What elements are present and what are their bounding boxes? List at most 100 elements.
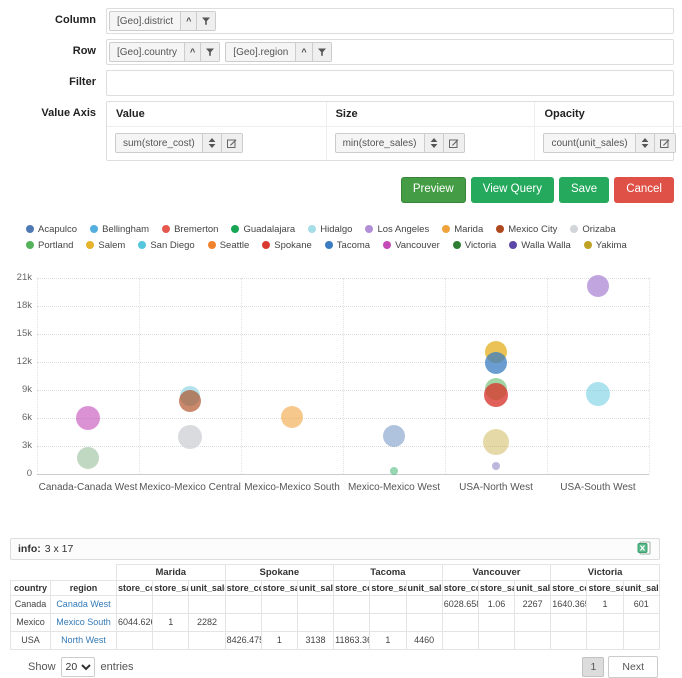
pivot-tag-geo-region[interactable]: [Geo].region ^ bbox=[225, 42, 331, 62]
bubble-mexico-city[interactable] bbox=[179, 390, 201, 412]
value-cell: 2267 bbox=[515, 595, 551, 613]
sort-caret-button[interactable]: ^ bbox=[180, 12, 196, 30]
legend-item-yakima[interactable]: Yakima bbox=[584, 240, 627, 251]
bubble-orizaba[interactable] bbox=[178, 425, 202, 449]
view-query-button[interactable]: View Query bbox=[471, 177, 554, 203]
bubble-vancouver[interactable] bbox=[76, 406, 100, 430]
x-axis-label: Mexico-Mexico West bbox=[348, 482, 440, 493]
city-group-header: Vancouver bbox=[442, 564, 551, 580]
legend-item-tacoma[interactable]: Tacoma bbox=[325, 240, 370, 251]
filter-funnel-button[interactable] bbox=[312, 43, 331, 61]
sort-updown-button[interactable] bbox=[202, 134, 221, 152]
next-page-button[interactable]: Next bbox=[608, 656, 658, 678]
legend-item-label: Salem bbox=[98, 240, 125, 251]
edit-measure-button[interactable] bbox=[654, 134, 675, 152]
pivot-tag-geo-district[interactable]: [Geo].district ^ bbox=[109, 11, 216, 31]
measure-tag-min-store-sales[interactable]: min(store_sales) bbox=[335, 133, 465, 153]
x-axis-label: Mexico-Mexico South bbox=[244, 482, 340, 493]
measure-header: unit_sales bbox=[297, 580, 333, 595]
column-row: Column [Geo].district ^ bbox=[0, 8, 674, 34]
legend-item-mexico-city[interactable]: Mexico City bbox=[496, 224, 557, 235]
legend-item-label: Bremerton bbox=[174, 224, 218, 235]
bubble-acapulco[interactable] bbox=[383, 425, 405, 447]
page-size-select[interactable]: 20 bbox=[61, 657, 95, 677]
value-header: Value bbox=[107, 102, 326, 127]
value-cell bbox=[189, 595, 225, 613]
value-cell: 1 bbox=[370, 631, 406, 649]
legend-item-hidalgo[interactable]: Hidalgo bbox=[308, 224, 352, 235]
bubble-tacoma[interactable] bbox=[485, 352, 507, 374]
edit-measure-button[interactable] bbox=[443, 134, 464, 152]
filter-funnel-button[interactable] bbox=[200, 43, 219, 61]
value-cell bbox=[406, 595, 442, 613]
value-cell bbox=[225, 595, 261, 613]
row-header-region: region bbox=[51, 580, 117, 595]
edit-measure-button[interactable] bbox=[221, 134, 242, 152]
pivot-tag-geo-country[interactable]: [Geo].country ^ bbox=[109, 42, 220, 62]
cancel-button[interactable]: Cancel bbox=[614, 177, 674, 203]
legend-item-guadalajara[interactable]: Guadalajara bbox=[231, 224, 295, 235]
city-group-header: Marida bbox=[117, 564, 226, 580]
bubble-los-angeles[interactable] bbox=[587, 275, 609, 297]
legend-item-salem[interactable]: Salem bbox=[86, 240, 125, 251]
region-link[interactable]: Canada West bbox=[56, 599, 110, 609]
filter-input[interactable] bbox=[106, 70, 674, 96]
measure-header: store_cost bbox=[117, 580, 153, 595]
sort-updown-icon bbox=[641, 138, 649, 148]
sort-caret-button[interactable]: ^ bbox=[295, 43, 311, 61]
save-button[interactable]: Save bbox=[559, 177, 609, 203]
value-axis-col-size: Size min(store_sales) bbox=[327, 102, 536, 160]
measure-tag-count-unit-sales[interactable]: count(unit_sales) bbox=[543, 133, 675, 153]
legend-item-san-diego[interactable]: San Diego bbox=[138, 240, 194, 251]
legend-item-victoria[interactable]: Victoria bbox=[453, 240, 497, 251]
legend-item-vancouver[interactable]: Vancouver bbox=[383, 240, 440, 251]
region-link[interactable]: North West bbox=[61, 635, 106, 645]
bubble-san-diego[interactable] bbox=[586, 382, 610, 406]
sort-caret-button[interactable]: ^ bbox=[184, 43, 200, 61]
value-cell: 11863.3647 bbox=[334, 631, 370, 649]
legend-item-bremerton[interactable]: Bremerton bbox=[162, 224, 218, 235]
bubble-yakima[interactable] bbox=[483, 429, 509, 455]
legend-item-walla-walla[interactable]: Walla Walla bbox=[509, 240, 570, 251]
legend-item-los-angeles[interactable]: Los Angeles bbox=[365, 224, 429, 235]
pagination: 1 Next bbox=[582, 656, 658, 678]
sort-updown-button[interactable] bbox=[635, 134, 654, 152]
measure-header: store_cost bbox=[225, 580, 261, 595]
legend-item-acapulco[interactable]: Acapulco bbox=[26, 224, 77, 235]
legend-item-portland[interactable]: Portland bbox=[26, 240, 73, 251]
legend-item-bellingham[interactable]: Bellingham bbox=[90, 224, 149, 235]
column-input[interactable]: [Geo].district ^ bbox=[106, 8, 674, 34]
value-cell: 1 bbox=[587, 595, 623, 613]
value-cell bbox=[225, 613, 261, 631]
gridline-vertical bbox=[547, 278, 548, 474]
value-cell bbox=[551, 613, 587, 631]
bubble-marida[interactable] bbox=[281, 406, 303, 428]
x-axis-label: USA-South West bbox=[560, 482, 635, 493]
legend-color-dot bbox=[86, 241, 94, 249]
legend-item-marida[interactable]: Marida bbox=[442, 224, 483, 235]
legend-item-orizaba[interactable]: Orizaba bbox=[570, 224, 615, 235]
value-cell: 3138 bbox=[297, 631, 333, 649]
measure-header: store_cost bbox=[442, 580, 478, 595]
sort-updown-button[interactable] bbox=[424, 134, 443, 152]
bubble-victoria[interactable] bbox=[77, 447, 99, 469]
legend-item-spokane[interactable]: Spokane bbox=[262, 240, 312, 251]
measure-header: store_cost bbox=[334, 580, 370, 595]
legend-item-seattle[interactable]: Seattle bbox=[208, 240, 250, 251]
export-excel-button[interactable] bbox=[637, 541, 652, 556]
page-number-button[interactable]: 1 bbox=[582, 657, 604, 677]
legend-item-label: Los Angeles bbox=[377, 224, 429, 235]
measure-header: store_sales bbox=[261, 580, 297, 595]
gridline-vertical bbox=[445, 278, 446, 474]
preview-button[interactable]: Preview bbox=[401, 177, 466, 203]
bubble-spokane[interactable] bbox=[484, 383, 508, 407]
measure-header: unit_sales bbox=[623, 580, 659, 595]
value-cell bbox=[117, 631, 153, 649]
bubble-walla-walla[interactable] bbox=[492, 462, 500, 470]
row-input[interactable]: [Geo].country ^ [Geo].region ^ bbox=[106, 39, 674, 65]
measure-tag-sum-store-cost[interactable]: sum(store_cost) bbox=[115, 133, 243, 153]
value-cell bbox=[587, 613, 623, 631]
filter-funnel-button[interactable] bbox=[196, 12, 215, 30]
gridline-vertical bbox=[37, 278, 38, 474]
region-link[interactable]: Mexico South bbox=[56, 617, 111, 627]
